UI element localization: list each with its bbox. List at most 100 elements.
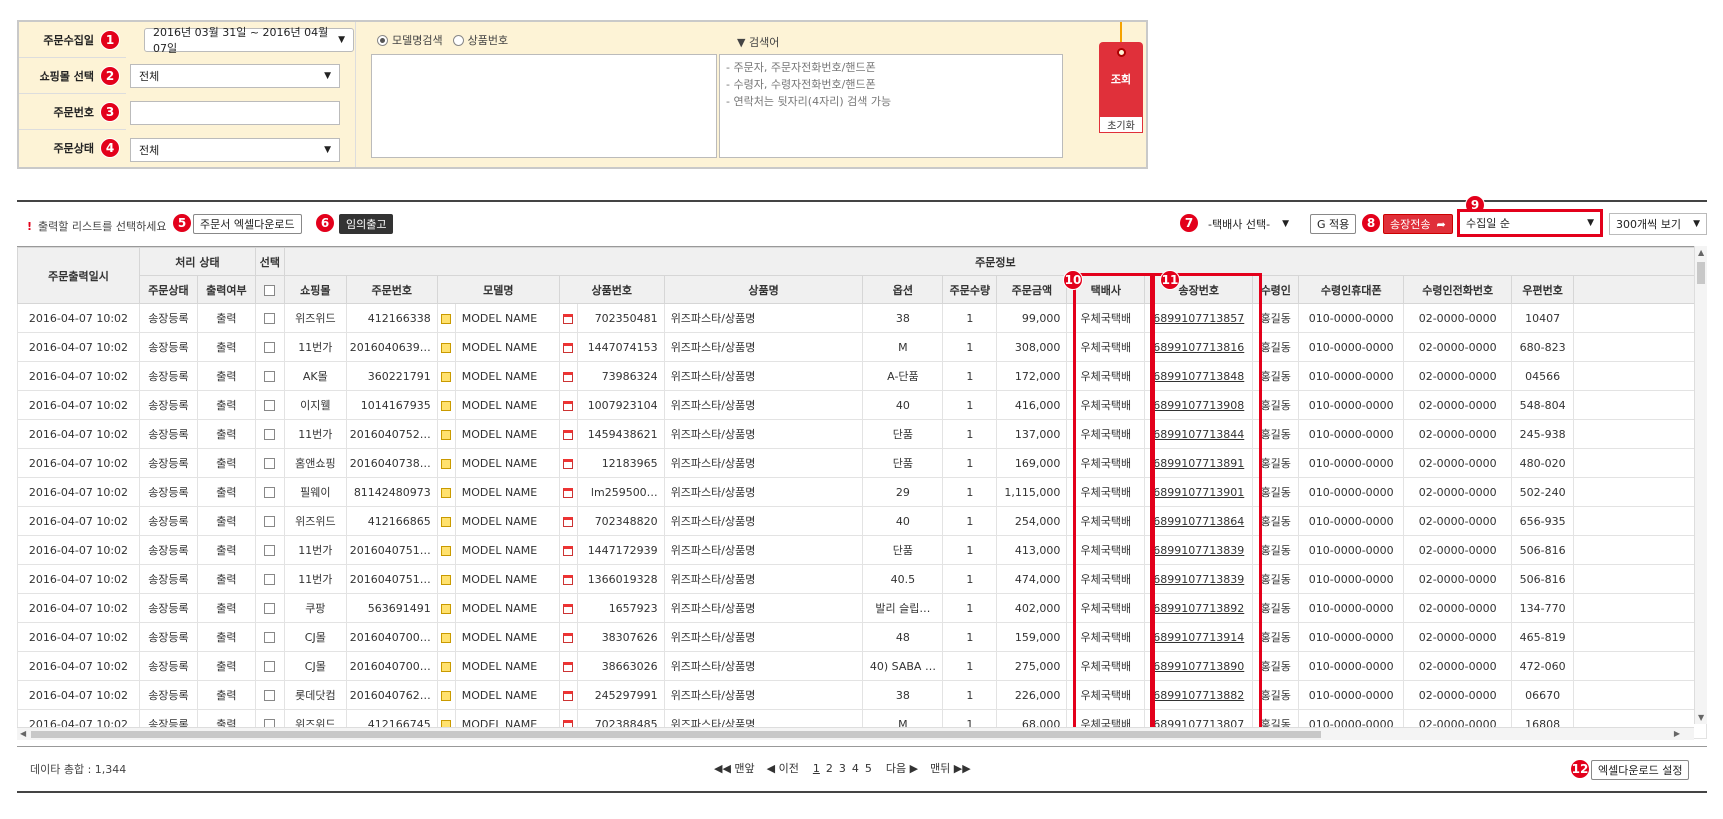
radio-product-no[interactable] <box>452 34 464 46</box>
memo-icon[interactable] <box>441 516 452 527</box>
cell-memo-icon[interactable] <box>436 680 456 710</box>
cell-select[interactable] <box>254 332 285 362</box>
table-row[interactable]: 2016-04-07 10:02 송장등록 출력 11번가 2016040751… MOD… <box>17 535 1707 565</box>
pager-first[interactable]: ◀◀ 맨앞 <box>714 760 755 776</box>
product-detail-icon[interactable] <box>563 487 574 498</box>
table-row[interactable]: 2016-04-07 10:02 송장등록 출력 이지웰 1014167935 MODEL… <box>17 390 1707 420</box>
product-detail-icon[interactable] <box>563 313 574 324</box>
table-row[interactable]: 2016-04-07 10:02 송장등록 출력 CJ몰 2016040700… MODE… <box>17 651 1707 681</box>
table-row[interactable]: 2016-04-07 10:02 송장등록 출력 CJ몰 2016040700… MODE… <box>17 622 1707 652</box>
table-row[interactable]: 2016-04-07 10:02 송장등록 출력 홈앤쇼핑 2016040738… MOD… <box>17 448 1707 478</box>
table-row[interactable]: 2016-04-07 10:02 송장등록 출력 필웨이 81142480973 MODE… <box>17 477 1707 507</box>
scroll-down-icon[interactable]: ▼ <box>1698 713 1704 722</box>
cell-memo-icon[interactable] <box>436 303 456 333</box>
cell-invoice-no[interactable]: 6899107713844 <box>1144 419 1254 449</box>
memo-icon[interactable] <box>441 371 452 382</box>
memo-icon[interactable] <box>441 342 452 353</box>
scroll-right-icon[interactable]: ▶ <box>1674 729 1680 738</box>
table-row[interactable]: 2016-04-07 10:02 송장등록 출력 AK몰 360221791 MODEL … <box>17 361 1707 391</box>
table-row[interactable]: 2016-04-07 10:02 송장등록 출력 롯데닷컴 2016040762… MOD… <box>17 680 1707 710</box>
row-checkbox[interactable] <box>264 690 276 701</box>
cell-calendar-icon[interactable] <box>558 593 578 623</box>
sort-select[interactable]: 수집일 순 ▼ <box>1457 209 1603 237</box>
invoice-link[interactable]: 6899107713908 <box>1153 399 1244 412</box>
cell-memo-icon[interactable] <box>436 593 456 623</box>
cell-select[interactable] <box>254 390 285 420</box>
memo-icon[interactable] <box>441 661 452 672</box>
cell-calendar-icon[interactable] <box>558 419 578 449</box>
product-detail-icon[interactable] <box>563 371 574 382</box>
product-detail-icon[interactable] <box>563 400 574 411</box>
memo-icon[interactable] <box>441 429 452 440</box>
cell-calendar-icon[interactable] <box>558 564 578 594</box>
row-checkbox[interactable] <box>264 661 276 672</box>
mall-select[interactable]: 전체 ▼ <box>130 64 340 88</box>
horizontal-scroll-thumb[interactable] <box>31 731 1321 738</box>
pager-page-5[interactable]: 5 <box>865 762 872 775</box>
row-checkbox[interactable] <box>264 313 276 324</box>
status-select[interactable]: 전체 ▼ <box>130 138 340 162</box>
invoice-link[interactable]: 6899107713914 <box>1153 631 1244 644</box>
cell-memo-icon[interactable] <box>436 506 456 536</box>
cell-calendar-icon[interactable] <box>558 535 578 565</box>
cell-memo-icon[interactable] <box>436 477 456 507</box>
keyword-textarea[interactable]: - 주문자, 주문자전화번호/핸드폰 - 수령자, 수령자전화번호/핸드폰 - … <box>719 54 1063 158</box>
invoice-link[interactable]: 6899107713901 <box>1153 486 1244 499</box>
horizontal-scrollbar[interactable]: ◀ ▶ <box>17 727 1694 740</box>
invoice-link[interactable]: 6899107713890 <box>1153 660 1244 673</box>
cell-calendar-icon[interactable] <box>558 361 578 391</box>
cell-calendar-icon[interactable] <box>558 477 578 507</box>
product-detail-icon[interactable] <box>563 574 574 585</box>
invoice-link[interactable]: 6899107713857 <box>1153 312 1244 325</box>
reset-button[interactable]: 초기화 <box>1099 116 1143 133</box>
memo-icon[interactable] <box>441 400 452 411</box>
cell-select[interactable] <box>254 564 285 594</box>
memo-icon[interactable] <box>441 313 452 324</box>
send-invoice-button[interactable]: 송장전송 ➦ <box>1383 214 1453 234</box>
memo-icon[interactable] <box>441 545 452 556</box>
cell-calendar-icon[interactable] <box>558 622 578 652</box>
row-checkbox[interactable] <box>264 400 276 411</box>
cell-invoice-no[interactable]: 6899107713914 <box>1144 622 1254 652</box>
row-checkbox[interactable] <box>264 429 276 440</box>
row-checkbox[interactable] <box>264 603 276 614</box>
table-row[interactable]: 2016-04-07 10:02 송장등록 출력 11번가 2016040751… MOD… <box>17 564 1707 594</box>
cell-calendar-icon[interactable] <box>558 332 578 362</box>
cell-memo-icon[interactable] <box>436 564 456 594</box>
row-checkbox[interactable] <box>264 545 276 556</box>
excel-settings-button[interactable]: 엑셀다운로드 설정 <box>1591 760 1690 780</box>
memo-icon[interactable] <box>441 487 452 498</box>
cell-memo-icon[interactable] <box>436 390 456 420</box>
invoice-link[interactable]: 6899107713864 <box>1153 515 1244 528</box>
courier-select[interactable]: -택배사 선택- ▼ <box>1202 213 1295 235</box>
excel-order-download-button[interactable]: 주문서 엑셀다운로드 <box>193 214 302 234</box>
page-size-select[interactable]: 300개씩 보기 ▼ <box>1609 213 1707 235</box>
temp-release-button[interactable]: 임의출고 <box>339 214 394 234</box>
cell-select[interactable] <box>254 535 285 565</box>
cell-invoice-no[interactable]: 6899107713890 <box>1144 651 1254 681</box>
cell-select[interactable] <box>254 361 285 391</box>
cell-select[interactable] <box>254 506 285 536</box>
memo-icon[interactable] <box>441 632 452 643</box>
cell-invoice-no[interactable]: 6899107713892 <box>1144 593 1254 623</box>
invoice-link[interactable]: 6899107713839 <box>1153 544 1244 557</box>
table-row[interactable]: 2016-04-07 10:02 송장등록 출력 11번가 2016040752… MOD… <box>17 419 1707 449</box>
cell-invoice-no[interactable]: 6899107713839 <box>1144 535 1254 565</box>
vertical-scroll-thumb[interactable] <box>1697 262 1705 284</box>
cell-select[interactable] <box>254 622 285 652</box>
invoice-link[interactable]: 6899107713816 <box>1153 341 1244 354</box>
product-detail-icon[interactable] <box>563 661 574 672</box>
cell-invoice-no[interactable]: 6899107713816 <box>1144 332 1254 362</box>
cell-calendar-icon[interactable] <box>558 506 578 536</box>
invoice-link[interactable]: 6899107713882 <box>1153 689 1244 702</box>
memo-icon[interactable] <box>441 458 452 469</box>
cell-invoice-no[interactable]: 6899107713839 <box>1144 564 1254 594</box>
cell-memo-icon[interactable] <box>436 361 456 391</box>
cell-memo-icon[interactable] <box>436 535 456 565</box>
table-row[interactable]: 2016-04-07 10:02 송장등록 출력 위즈위드 412166338 MODEL… <box>17 303 1707 333</box>
pager-page-2[interactable]: 2 <box>826 762 833 775</box>
model-search-textarea[interactable] <box>371 54 717 158</box>
invoice-link[interactable]: 6899107713892 <box>1153 602 1244 615</box>
product-detail-icon[interactable] <box>563 516 574 527</box>
cell-invoice-no[interactable]: 6899107713891 <box>1144 448 1254 478</box>
